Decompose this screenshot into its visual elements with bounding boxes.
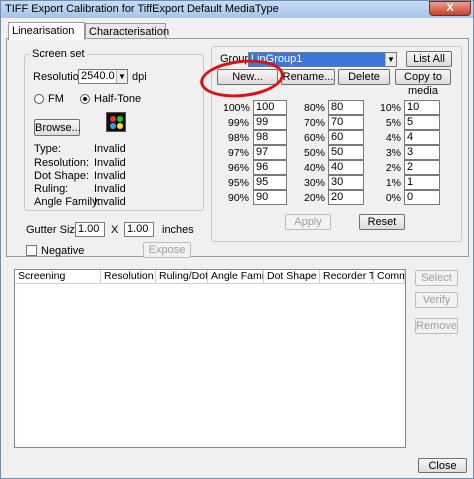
- browse-button[interactable]: Browse...: [34, 119, 81, 136]
- fm-label: FM: [48, 93, 64, 105]
- info-label-resolution: Resolution:: [34, 157, 90, 169]
- column-header-screening[interactable]: Screening: [15, 270, 101, 284]
- column-header-angle-family[interactable]: Angle Family: [208, 270, 264, 284]
- copy-to-media-button[interactable]: Copy to media: [395, 69, 451, 97]
- expose-button[interactable]: Expose: [143, 242, 191, 258]
- remove-button[interactable]: Remove: [415, 318, 458, 334]
- gutter-unit-label: inches: [162, 224, 194, 236]
- pct-label: 40%: [303, 162, 325, 174]
- pct-input[interactable]: 99: [253, 115, 287, 130]
- window-title: TIFF Export Calibration for TiffExport D…: [5, 3, 279, 15]
- column-header-comment[interactable]: Comment: [374, 270, 405, 284]
- info-value-ruling: Invalid: [94, 183, 126, 195]
- pct-input[interactable]: 10: [404, 100, 440, 115]
- pct-input[interactable]: 98: [253, 130, 287, 145]
- pct-input[interactable]: 50: [328, 145, 364, 160]
- info-value-dot-shape: Invalid: [94, 170, 126, 182]
- info-label-angle-family: Angle Family:: [34, 196, 101, 208]
- pct-input[interactable]: 30: [328, 175, 364, 190]
- chevron-down-icon[interactable]: ▼: [116, 70, 127, 83]
- pct-input[interactable]: 95: [253, 175, 287, 190]
- pct-input[interactable]: 5: [404, 115, 440, 130]
- info-label-type: Type:: [34, 143, 61, 155]
- pct-input[interactable]: 97: [253, 145, 287, 160]
- info-value-angle-family: Invalid: [94, 196, 126, 208]
- reset-button[interactable]: Reset: [359, 214, 405, 230]
- pct-label: 3%: [385, 147, 401, 159]
- pct-label: 100%: [223, 102, 250, 114]
- pct-label: 0%: [385, 192, 401, 204]
- select-button[interactable]: Select: [415, 270, 458, 286]
- halftone-label: Half-Tone: [94, 93, 142, 105]
- info-value-resolution: Invalid: [94, 157, 126, 169]
- info-label-ruling: Ruling:: [34, 183, 69, 195]
- resolution-unit: dpi: [132, 71, 147, 83]
- pct-label: 2%: [385, 162, 401, 174]
- pct-label: 80%: [303, 102, 325, 114]
- verify-button[interactable]: Verify: [415, 292, 458, 308]
- gutter-width-input[interactable]: 1.00: [75, 222, 105, 237]
- halftone-radio[interactable]: [80, 94, 90, 104]
- resolution-select[interactable]: 2540.0 ▼: [78, 69, 128, 84]
- column-header-recorder-type[interactable]: Recorder Ty...: [320, 270, 374, 284]
- pct-label: 90%: [227, 192, 249, 204]
- pct-label: 5%: [385, 117, 401, 129]
- chevron-down-icon[interactable]: ▼: [385, 53, 396, 66]
- negative-checkbox[interactable]: [26, 245, 37, 256]
- pct-input[interactable]: 70: [328, 115, 364, 130]
- gutter-x-label: X: [111, 224, 119, 236]
- pct-label: 50%: [303, 147, 325, 159]
- pct-label: 97%: [227, 147, 249, 159]
- gutter-size-label: Gutter Size: [26, 224, 82, 236]
- screen-set-legend: Screen set: [30, 48, 87, 60]
- pct-input[interactable]: 60: [328, 130, 364, 145]
- delete-group-button[interactable]: Delete: [338, 69, 390, 85]
- column-header-ruling-dot[interactable]: Ruling/Dot ...: [156, 270, 208, 284]
- info-label-dot-shape: Dot Shape:: [34, 170, 90, 182]
- pct-label: 70%: [303, 117, 325, 129]
- rename-group-button[interactable]: Rename...: [281, 69, 335, 85]
- fm-radio[interactable]: [34, 94, 44, 104]
- pct-label: 98%: [227, 132, 249, 144]
- tab-linearisation[interactable]: Linearisation: [8, 22, 85, 40]
- gutter-height-input[interactable]: 1.00: [124, 222, 154, 237]
- pct-input[interactable]: 100: [253, 100, 287, 115]
- pct-label: 30%: [303, 177, 325, 189]
- pct-input[interactable]: 20: [328, 190, 364, 205]
- column-header-resolution[interactable]: Resolution: [101, 270, 156, 284]
- column-header-dot-shape[interactable]: Dot Shape: [264, 270, 320, 284]
- pct-label: 60%: [303, 132, 325, 144]
- pct-input[interactable]: 0: [404, 190, 440, 205]
- resolution-value: 2540.0: [81, 70, 115, 82]
- pct-label: 1%: [385, 177, 401, 189]
- pct-input[interactable]: 40: [328, 160, 364, 175]
- list-all-button[interactable]: List All: [406, 51, 452, 67]
- pct-input[interactable]: 2: [404, 160, 440, 175]
- screening-table[interactable]: Screening Resolution Ruling/Dot ... Angl…: [14, 269, 406, 448]
- title-bar[interactable]: TIFF Export Calibration for TiffExport D…: [1, 1, 473, 18]
- pct-input[interactable]: 80: [328, 100, 364, 115]
- pct-input[interactable]: 1: [404, 175, 440, 190]
- pct-label: 4%: [385, 132, 401, 144]
- pct-label: 99%: [227, 117, 249, 129]
- dialog-window: TIFF Export Calibration for TiffExport D…: [0, 0, 474, 479]
- window-close-button[interactable]: X: [429, 1, 471, 16]
- pct-input[interactable]: 90: [253, 190, 287, 205]
- close-button[interactable]: Close: [418, 458, 467, 473]
- pct-input[interactable]: 4: [404, 130, 440, 145]
- pct-input[interactable]: 3: [404, 145, 440, 160]
- apply-button[interactable]: Apply: [285, 214, 331, 230]
- screen-preview-icon: [106, 112, 126, 132]
- negative-label: Negative: [41, 245, 85, 257]
- pct-label: 20%: [303, 192, 325, 204]
- pct-label: 96%: [227, 162, 249, 174]
- info-value-type: Invalid: [94, 143, 126, 155]
- pct-input[interactable]: 96: [253, 160, 287, 175]
- pct-label: 10%: [379, 102, 401, 114]
- pct-label: 95%: [227, 177, 249, 189]
